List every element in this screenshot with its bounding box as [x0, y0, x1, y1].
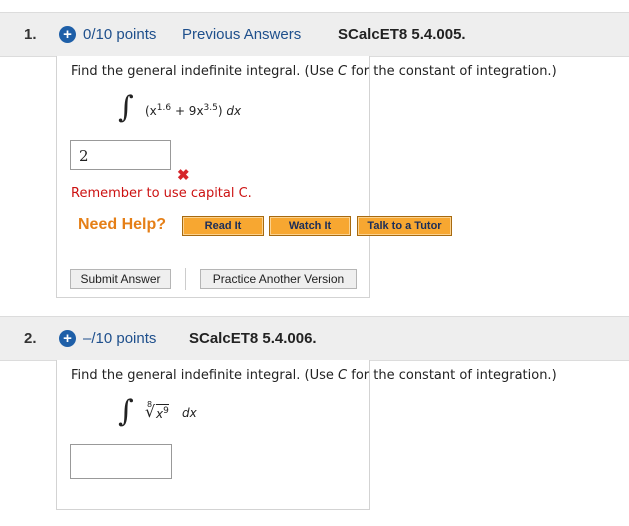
question-prompt: Find the general indefinite integral. (U…	[71, 64, 557, 79]
radical-symbol: √	[145, 402, 156, 421]
radical-expression: 8 √ x9 dx	[142, 396, 212, 426]
points-link[interactable]: –/10 points	[83, 330, 156, 347]
button-separator	[185, 268, 186, 290]
points-link[interactable]: 0/10 points	[83, 26, 156, 43]
question-prompt: Find the general indefinite integral. (U…	[71, 368, 557, 383]
question-1-header: 1. + 0/10 points Previous Answers SCalcE…	[0, 12, 629, 57]
incorrect-x-icon: ✖	[177, 167, 190, 184]
previous-answers-link[interactable]: Previous Answers	[182, 26, 301, 43]
question-2-header: 2. + –/10 points SCalcET8 5.4.006.	[0, 316, 629, 361]
talk-to-tutor-button[interactable]: Talk to a Tutor	[357, 216, 452, 236]
question-code: SCalcET8 5.4.006.	[189, 330, 317, 347]
question-number: 2.	[24, 330, 37, 347]
integral-sign: ∫	[118, 394, 134, 429]
question-1-body	[56, 56, 370, 298]
expand-plus-icon[interactable]: +	[59, 26, 76, 43]
differential: dx	[182, 406, 197, 420]
feedback-message: Remember to use capital C.	[71, 186, 252, 201]
watch-it-button[interactable]: Watch It	[269, 216, 351, 236]
question-code: SCalcET8 5.4.005.	[338, 26, 466, 43]
integrand-expression: (x1.6 + 9x3.5) dx	[145, 103, 242, 118]
answer-input[interactable]: 2	[70, 140, 171, 170]
read-it-button[interactable]: Read It	[182, 216, 264, 236]
radicand: x9	[156, 404, 169, 421]
answer-input[interactable]	[70, 444, 172, 479]
practice-another-version-button[interactable]: Practice Another Version	[200, 269, 357, 289]
expand-plus-icon[interactable]: +	[59, 330, 76, 347]
submit-answer-button[interactable]: Submit Answer	[70, 269, 171, 289]
integral-sign: ∫	[118, 90, 134, 125]
question-number: 1.	[24, 26, 37, 43]
need-help-label: Need Help?	[78, 216, 167, 233]
